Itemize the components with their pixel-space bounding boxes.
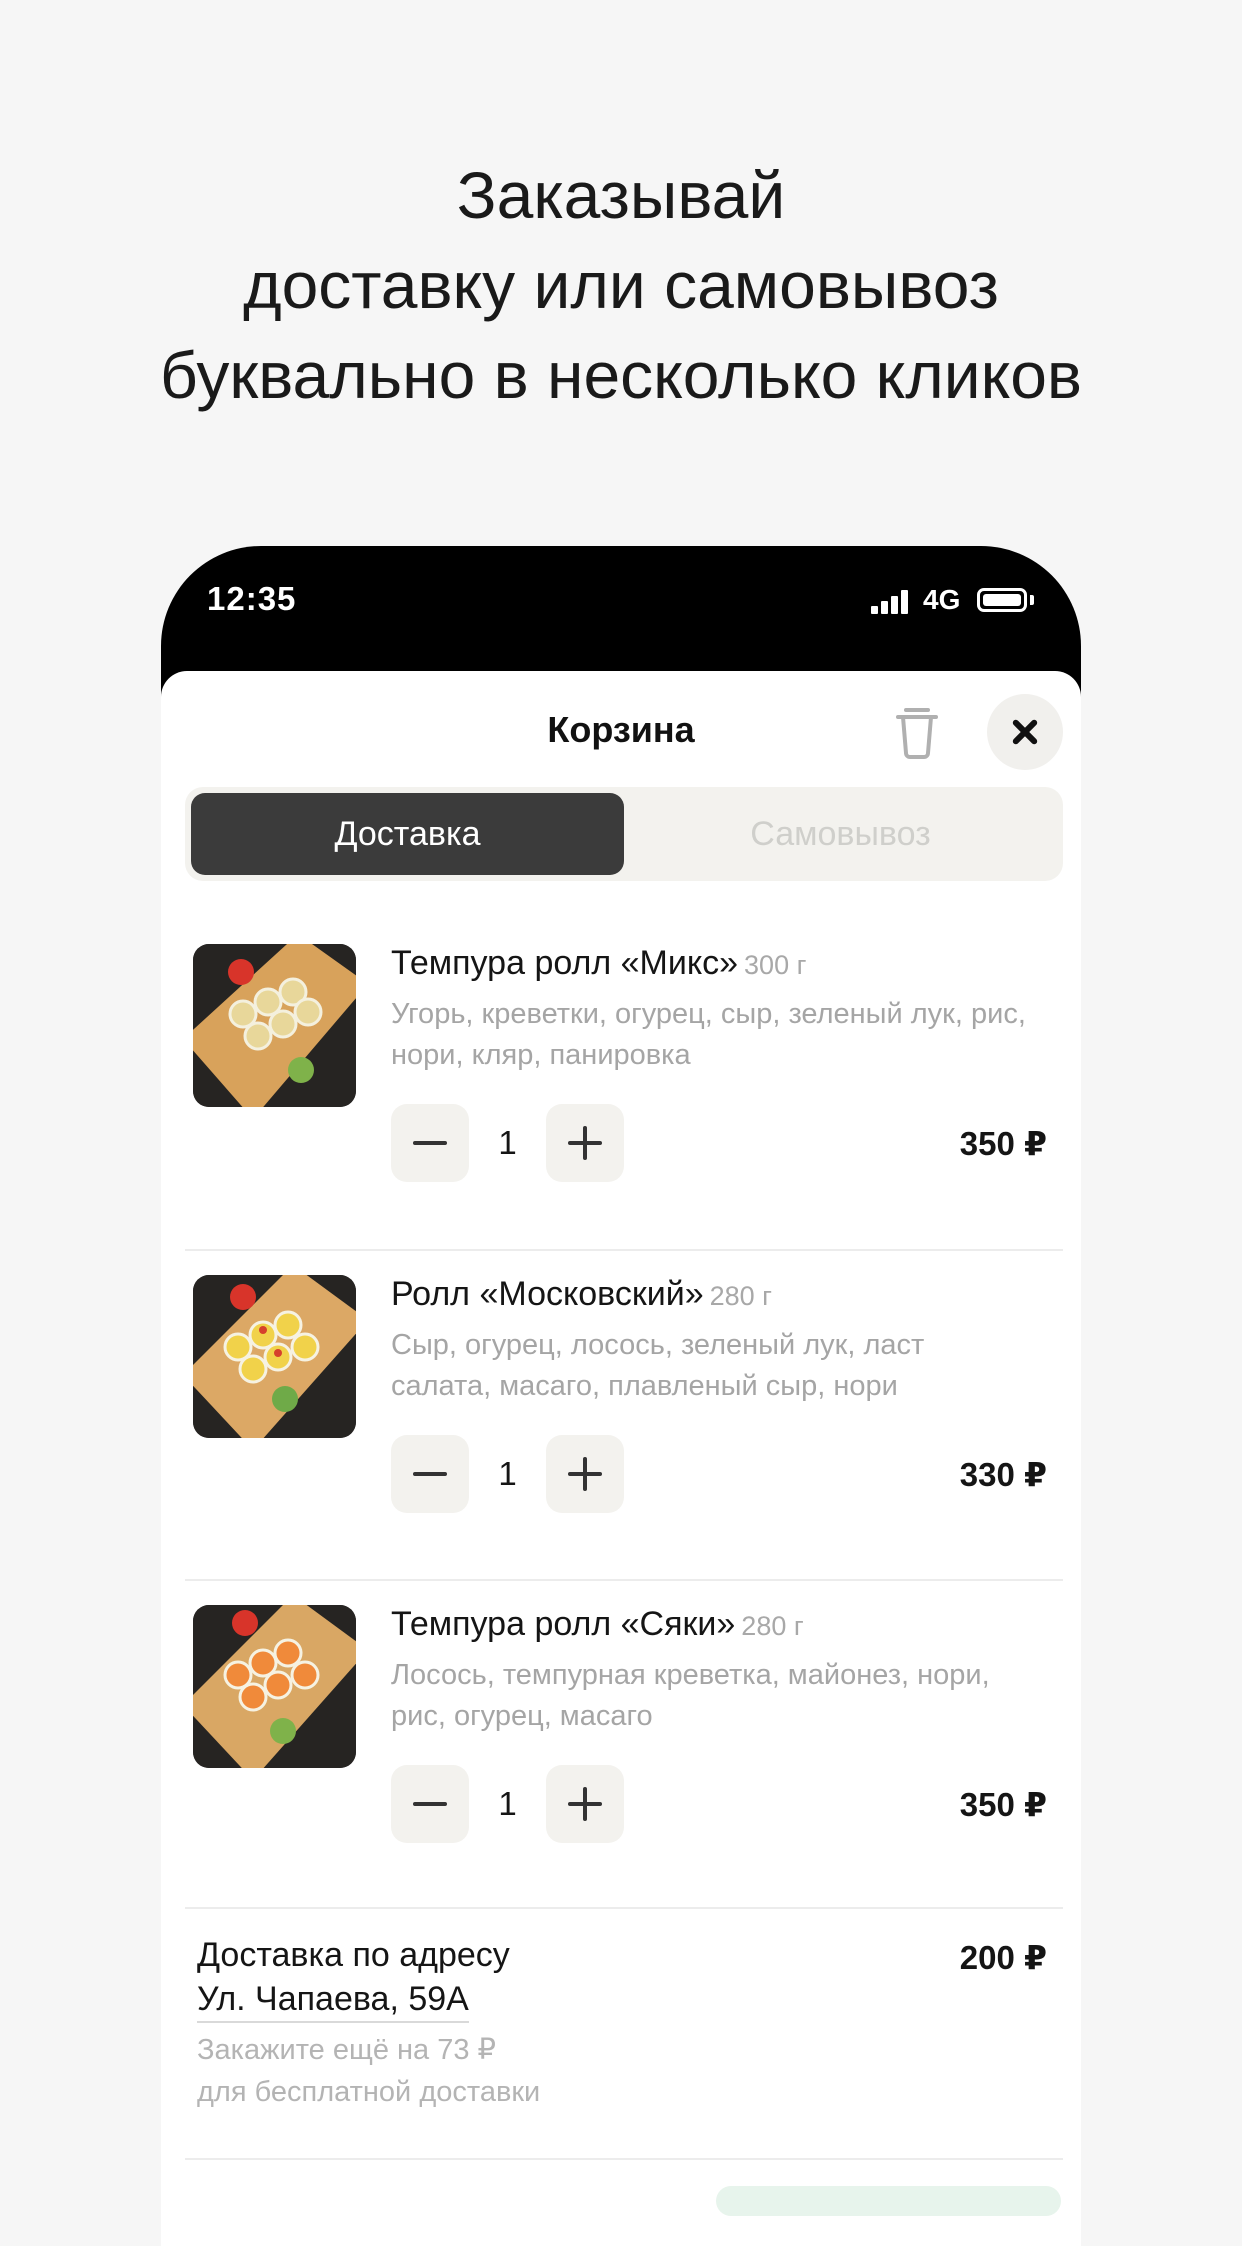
close-button[interactable] <box>987 694 1063 770</box>
product-description: Лосось, темпурная креветка, майонез, нор… <box>391 1659 990 1732</box>
decrease-quantity-button[interactable] <box>391 1435 469 1513</box>
product-title: Темпура ролл «Сяки» <box>391 1605 736 1643</box>
product-image <box>193 1605 356 1768</box>
free-delivery-hint-line-2: для бесплатной доставки <box>197 2076 541 2108</box>
increase-quantity-button[interactable] <box>546 1765 624 1843</box>
free-delivery-hint-line-1: Закажите ещё на 73 ₽ <box>197 2034 496 2066</box>
product-name: Темпура ролл «Микс» 300 г <box>391 944 806 983</box>
delivery-address-link[interactable]: Ул. Чапаева, 59А <box>197 1977 469 2023</box>
delivery-info: Доставка по адресу Ул. Чапаева, 59А Зака… <box>197 1933 1047 2113</box>
promo-headline: Заказывай доставку или самовывоз букваль… <box>0 150 1242 420</box>
product-title: Ролл «Московский» <box>391 1275 704 1313</box>
quantity-value: 1 <box>498 1124 517 1161</box>
trash-icon[interactable] <box>892 704 942 760</box>
headline-line-2: доставку или самовывоз <box>243 248 999 322</box>
battery-icon <box>977 588 1027 612</box>
decrease-quantity-button[interactable] <box>391 1104 469 1182</box>
signal-icon <box>871 590 911 614</box>
headline-line-1: Заказывай <box>456 158 786 232</box>
product-description: Угорь, креветки, огурец, сыр, зеленый лу… <box>391 998 1026 1071</box>
headline-line-3: буквально в несколько кликов <box>159 338 1082 412</box>
phone-frame: 12:35 4G Корзина Доставка Самовывоз Темп… <box>161 546 1081 2246</box>
delivery-price: 200 ₽ <box>959 1939 1047 1976</box>
increase-quantity-button[interactable] <box>546 1104 624 1182</box>
item-divider <box>185 1249 1063 1251</box>
item-divider <box>185 1579 1063 1581</box>
cart-item: Темпура ролл «Сяки» 280 г Лосось, темпурн… <box>161 1605 1081 1933</box>
delivery-mode-switch: Доставка Самовывоз <box>185 787 1063 881</box>
checkout-button[interactable] <box>716 2186 1061 2216</box>
product-weight: 280 г <box>709 1281 773 1311</box>
battery-tip <box>1030 595 1034 605</box>
cart-item: Ролл «Московский» 280 г Сыр, огурец, лосо… <box>161 1275 1081 1603</box>
product-price: 350 ₽ <box>959 1786 1047 1823</box>
tab-delivery[interactable]: Доставка <box>191 793 624 875</box>
section-divider <box>185 2158 1063 2160</box>
cart-sheet: Корзина Доставка Самовывоз Темпура ролл … <box>161 671 1081 2246</box>
cart-item: Темпура ролл «Микс» 300 г Угорь, креветки… <box>161 944 1081 1272</box>
product-name: Темпура ролл «Сяки» 280 г <box>391 1605 804 1644</box>
status-bar: 12:35 4G <box>161 546 1081 671</box>
item-divider <box>185 1907 1063 1909</box>
increase-quantity-button[interactable] <box>546 1435 624 1513</box>
delivery-label: Доставка по адресу <box>197 1936 510 1974</box>
product-price: 350 ₽ <box>959 1125 1047 1162</box>
product-price: 330 ₽ <box>959 1456 1047 1493</box>
quantity-value: 1 <box>498 1785 517 1822</box>
tab-pickup[interactable]: Самовывоз <box>624 793 1057 875</box>
product-image <box>193 944 356 1107</box>
product-name: Ролл «Московский» 280 г <box>391 1275 772 1314</box>
decrease-quantity-button[interactable] <box>391 1765 469 1843</box>
free-delivery-hint: Закажите ещё на 73 ₽ для бесплатной дост… <box>197 2029 1047 2113</box>
network-type: 4G <box>923 584 961 615</box>
quantity-value: 1 <box>498 1455 517 1492</box>
cart-title: Корзина <box>547 709 695 750</box>
product-description: Сыр, огурец, лосось, зеленый лук, ласт с… <box>391 1329 925 1402</box>
product-image <box>193 1275 356 1438</box>
status-time: 12:35 <box>207 580 297 617</box>
product-title: Темпура ролл «Микс» <box>391 944 739 982</box>
product-weight: 300 г <box>744 950 807 980</box>
product-weight: 280 г <box>741 1611 804 1641</box>
